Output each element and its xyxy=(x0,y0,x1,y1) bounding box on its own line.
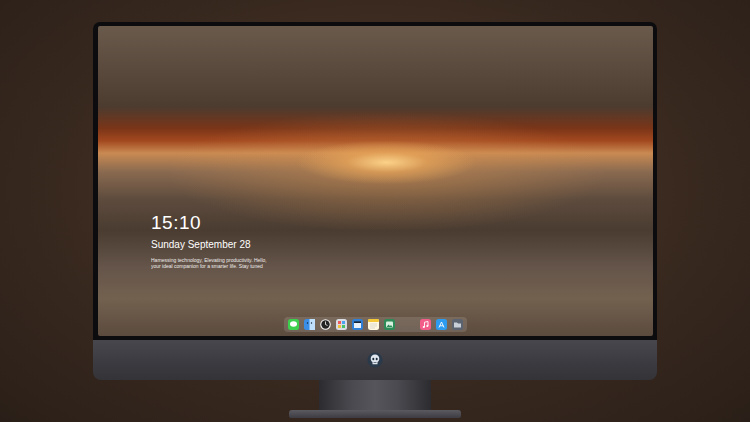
launchpad-icon[interactable] xyxy=(336,319,347,330)
finder-icon[interactable] xyxy=(304,319,315,330)
folder-icon[interactable] xyxy=(452,319,463,330)
messages-icon[interactable] xyxy=(288,319,299,330)
tagline-line: your ideal companion for a smarter life.… xyxy=(151,263,653,269)
clock-date: Sunday September 28 xyxy=(151,238,653,251)
imac-monitor: 15:10 Sunday September 28 Harnessing techn… xyxy=(93,22,657,380)
clock-time: 15:10 xyxy=(151,212,653,234)
dock xyxy=(284,317,467,332)
photos-icon[interactable] xyxy=(384,319,395,330)
video-icon[interactable] xyxy=(352,319,363,330)
monitor-chin xyxy=(93,340,657,380)
clock-icon[interactable] xyxy=(320,319,331,330)
lock-info: 15:10 Sunday September 28 Harnessing techn… xyxy=(151,212,653,269)
app-store-icon[interactable] xyxy=(436,319,447,330)
lock-screen[interactable]: 15:10 Sunday September 28 Harnessing techn… xyxy=(98,26,653,336)
tagline-line: Harnessing technology, Elevating product… xyxy=(151,257,653,263)
monitor-stand-neck xyxy=(319,380,431,410)
notes-icon[interactable] xyxy=(368,319,379,330)
monitor-bezel: 15:10 Sunday September 28 Harnessing techn… xyxy=(93,22,657,340)
monitor-stand-base xyxy=(289,410,461,418)
tagline: Harnessing technology, Elevating product… xyxy=(151,257,653,269)
music-icon[interactable] xyxy=(420,319,431,330)
brand-logo-icon xyxy=(367,352,383,368)
